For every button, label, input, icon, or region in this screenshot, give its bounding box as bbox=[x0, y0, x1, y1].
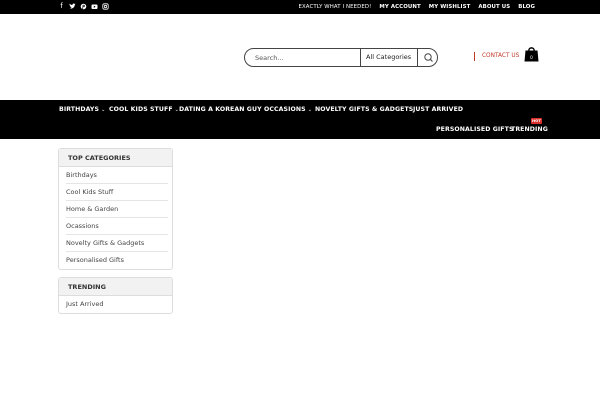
nav-label: PERSONALISED GIFTS bbox=[436, 126, 514, 133]
category-cool-kids-stuff[interactable]: Cool Kids Stuff bbox=[66, 184, 168, 201]
chevron-down-icon: ⌄ bbox=[101, 107, 106, 113]
nav-trending[interactable]: TRENDING bbox=[511, 125, 548, 134]
nav-label: NOVELTY GIFTS & GADGETS bbox=[315, 106, 414, 113]
search-bar: All Categories bbox=[244, 48, 438, 67]
social-links: f bbox=[58, 2, 109, 11]
blog-link[interactable]: BLOG bbox=[518, 3, 535, 11]
top-categories-panel: TOP CATEGORIES Birthdays Cool Kids Stuff… bbox=[58, 148, 173, 270]
trending-panel: TRENDING Just Arrived bbox=[58, 277, 173, 314]
nav-birthdays[interactable]: BIRTHDAYS ⌄ bbox=[59, 105, 105, 115]
trending-just-arrived[interactable]: Just Arrived bbox=[66, 296, 168, 313]
my-account-link[interactable]: MY ACCOUNT bbox=[379, 3, 420, 11]
search-icon bbox=[424, 53, 433, 62]
cart-button[interactable]: 0 bbox=[524, 45, 539, 62]
category-personalised-gifts[interactable]: Personalised Gifts bbox=[66, 252, 168, 269]
nav-dating-a-korean-guy[interactable]: DATING A KOREAN GUY ⌄ bbox=[179, 105, 268, 115]
pinterest-icon[interactable] bbox=[80, 2, 87, 11]
cart-count: 0 bbox=[530, 55, 533, 60]
nav-cool-kids-stuff[interactable]: COOL KIDS STUFF ⌄ bbox=[109, 105, 179, 115]
category-birthdays[interactable]: Birthdays bbox=[66, 167, 168, 184]
facebook-icon[interactable]: f bbox=[58, 2, 65, 11]
hot-badge: HOT bbox=[531, 118, 542, 124]
top-links: EXACTLY WHAT I NEEDED! MY ACCOUNT MY WIS… bbox=[298, 3, 535, 11]
nav-novelty-gifts-gadgets[interactable]: NOVELTY GIFTS & GADGETS ⌄ bbox=[315, 105, 420, 115]
trending-title: TRENDING bbox=[59, 278, 172, 296]
nav-label: JUST ARRIVED bbox=[413, 106, 464, 113]
search-input[interactable] bbox=[245, 49, 360, 66]
nav-label: BIRTHDAYS bbox=[59, 106, 100, 113]
nav-personalised-gifts[interactable]: PERSONALISED GIFTS bbox=[436, 125, 514, 134]
nav-label: OCCASIONS bbox=[264, 106, 306, 113]
twitter-icon[interactable] bbox=[69, 2, 76, 11]
top-bar: f EXACTLY WHAT I NEEDED! MY ACCOUNT MY W… bbox=[0, 0, 600, 14]
my-wishlist-link[interactable]: MY WISHLIST bbox=[429, 3, 471, 11]
tagline-link[interactable]: EXACTLY WHAT I NEEDED! bbox=[298, 3, 371, 11]
nav-label: COOL KIDS STUFF bbox=[109, 106, 173, 113]
youtube-icon[interactable] bbox=[91, 2, 98, 11]
instagram-icon[interactable] bbox=[102, 2, 109, 11]
nav-just-arrived[interactable]: JUST ARRIVED bbox=[413, 105, 463, 114]
category-home-garden[interactable]: Home & Garden bbox=[66, 201, 168, 218]
nav-occasions[interactable]: OCCASIONS ⌄ bbox=[264, 105, 312, 115]
about-us-link[interactable]: ABOUT US bbox=[478, 3, 510, 11]
category-select[interactable]: All Categories bbox=[360, 49, 417, 66]
category-ocassions[interactable]: Ocassions bbox=[66, 218, 168, 235]
shopping-bag-icon: 0 bbox=[524, 47, 539, 62]
contact-us-link[interactable]: CONTACT US bbox=[474, 52, 519, 61]
top-categories-title: TOP CATEGORIES bbox=[59, 149, 172, 167]
nav-label: DATING A KOREAN GUY bbox=[179, 106, 262, 113]
chevron-down-icon: ⌄ bbox=[307, 107, 312, 113]
category-novelty-gifts-gadgets[interactable]: Novelty Gifts & Gadgets bbox=[66, 235, 168, 252]
main-nav: BIRTHDAYS ⌄ COOL KIDS STUFF ⌄ DATING A KOR… bbox=[0, 100, 600, 139]
nav-label: TRENDING bbox=[511, 126, 548, 133]
search-button[interactable] bbox=[417, 49, 437, 66]
